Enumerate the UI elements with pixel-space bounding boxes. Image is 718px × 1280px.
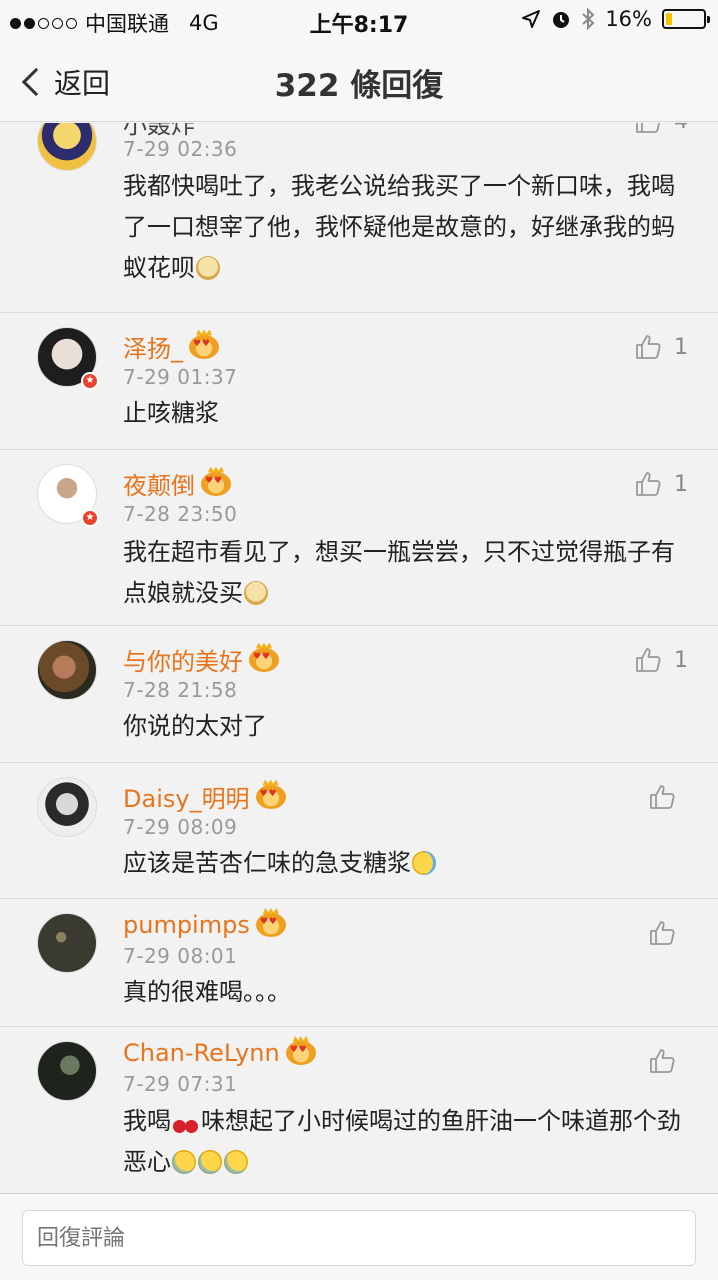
thumbs-up-icon bbox=[636, 648, 661, 672]
timestamp: 7-29 08:01 bbox=[123, 944, 238, 968]
avatar[interactable] bbox=[37, 123, 97, 171]
location-arrow-icon bbox=[522, 10, 541, 28]
avatar[interactable] bbox=[37, 640, 97, 700]
sweat-smile-emoji-icon bbox=[198, 1150, 222, 1174]
battery-icon bbox=[662, 9, 710, 29]
status-bar: 中国联通 4G 上午8:17 16% bbox=[0, 0, 718, 40]
like-count: 1 bbox=[674, 471, 688, 497]
comment-text: 我都快喝吐了，我老公说给我买了一个新口味，我喝了一口想宰了他，我怀疑他是故意的，… bbox=[123, 172, 675, 282]
comment-text: 止咳糖浆 bbox=[123, 399, 219, 427]
comment-text: 应该是苦杏仁味的急支糖浆 bbox=[123, 843, 683, 884]
vip-crown-icon bbox=[201, 471, 231, 496]
battery-percent: 16% bbox=[605, 7, 652, 31]
username[interactable]: Daisy_明明 bbox=[123, 779, 286, 814]
timestamp: 7-29 02:36 bbox=[123, 137, 238, 161]
thumbs-up-icon bbox=[636, 335, 661, 359]
like-count: 1 bbox=[674, 334, 688, 360]
status-right: 16% bbox=[521, 7, 710, 31]
timestamp: 7-28 23:50 bbox=[123, 502, 238, 526]
avatar[interactable] bbox=[37, 1041, 97, 1101]
thumbs-up-icon bbox=[650, 921, 675, 945]
comment-item: pumpimps 7-29 08:01 真的很难喝。。。 bbox=[0, 899, 718, 1027]
vip-crown-icon bbox=[255, 784, 286, 809]
laugh-cry-emoji-icon bbox=[412, 851, 436, 875]
username[interactable]: 夜颠倒 bbox=[123, 466, 231, 501]
vip-crown-icon bbox=[189, 334, 219, 359]
thumbs-up-icon bbox=[650, 1049, 675, 1073]
vip-crown-icon bbox=[255, 913, 286, 937]
comment-item: Chan-ReLynn 7-29 07:31 我喝味想起了小时候喝过的鱼肝油一个… bbox=[0, 1027, 718, 1193]
username[interactable]: 与你的美好 bbox=[123, 642, 279, 677]
like-count: 1 bbox=[674, 647, 688, 673]
timestamp: 7-29 07:31 bbox=[123, 1072, 238, 1096]
comment-text: 我在超市看见了，想买一瓶尝尝，只不过觉得瓶子有点娘就没买 bbox=[123, 538, 675, 607]
comment-item: ★ 夜颠倒 7-28 23:50 我在超市看见了，想买一瓶尝尝，只不过觉得瓶子有… bbox=[0, 450, 718, 626]
verified-badge-icon: ★ bbox=[81, 372, 99, 390]
like-button[interactable] bbox=[648, 783, 688, 811]
sweat-smile-emoji-icon bbox=[224, 1150, 248, 1174]
like-button[interactable] bbox=[648, 1047, 688, 1075]
comment-text: 你说的太对了 bbox=[123, 712, 267, 740]
timestamp: 7-29 08:09 bbox=[123, 815, 238, 839]
timestamp: 7-28 21:58 bbox=[123, 678, 238, 702]
timestamp: 7-29 01:37 bbox=[123, 365, 238, 389]
reply-input[interactable] bbox=[22, 1210, 696, 1266]
doge-emoji-icon bbox=[244, 581, 268, 605]
reply-bar bbox=[0, 1193, 718, 1280]
comment-text: 真的很难喝。。。 bbox=[123, 978, 291, 1006]
comment-item: 小轰炸 7-29 02:36 我都快喝吐了，我老公说给我买了一个新口味，我喝了一… bbox=[0, 123, 718, 313]
vip-crown-icon bbox=[285, 1041, 316, 1065]
like-button[interactable]: 1 bbox=[634, 470, 688, 498]
like-count: 4 bbox=[674, 123, 688, 134]
thumbs-up-icon bbox=[636, 123, 661, 133]
vip-crown-icon bbox=[249, 647, 279, 672]
like-button[interactable]: 1 bbox=[634, 646, 688, 674]
nav-bar: 返回 322 條回復 bbox=[0, 40, 718, 122]
page-title: 322 條回復 bbox=[274, 68, 444, 104]
comment-item: ★ 泽扬_ 7-29 01:37 止咳糖浆 1 bbox=[0, 313, 718, 450]
avatar[interactable] bbox=[37, 913, 97, 973]
sweat-smile-emoji-icon bbox=[172, 1150, 196, 1174]
alarm-icon bbox=[553, 12, 570, 28]
verified-badge-icon: ★ bbox=[81, 509, 99, 527]
bluetooth-icon bbox=[582, 8, 595, 30]
username[interactable]: 泽扬_ bbox=[123, 329, 219, 364]
like-button[interactable]: 4 bbox=[634, 123, 688, 135]
comment-list[interactable]: 小轰炸 7-29 02:36 我都快喝吐了，我老公说给我买了一个新口味，我喝了一… bbox=[0, 123, 718, 1193]
comment-text: 我喝 味想起了小时候喝过的鱼肝油一个味道那个劲恶心 bbox=[123, 1107, 681, 1176]
avatar[interactable] bbox=[37, 777, 97, 837]
comment-item: 与你的美好 7-28 21:58 你说的太对了 1 bbox=[0, 626, 718, 763]
comment-item: Daisy_明明 7-29 08:09 应该是苦杏仁味的急支糖浆 bbox=[0, 763, 718, 899]
like-button[interactable]: 1 bbox=[634, 333, 688, 361]
username[interactable]: pumpimps bbox=[123, 911, 286, 939]
cherry-emoji-icon bbox=[172, 1109, 200, 1133]
thumbs-up-icon bbox=[636, 472, 661, 496]
thumbs-up-icon bbox=[650, 785, 675, 809]
doge-emoji-icon bbox=[196, 256, 220, 280]
username[interactable]: Chan-ReLynn bbox=[123, 1039, 316, 1067]
like-button[interactable] bbox=[648, 919, 688, 947]
